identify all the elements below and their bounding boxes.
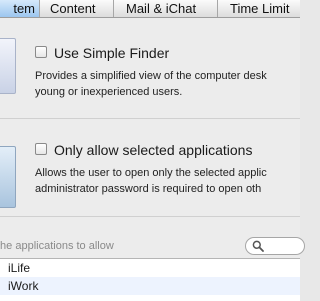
simple-finder-description-line1: Provides a simplified view of the comput…: [35, 70, 267, 82]
allow-selected-apps-label[interactable]: Only allow selected applications: [54, 142, 252, 158]
system-panel: Use Simple Finder Provides a simplified …: [0, 18, 306, 301]
section-divider: [0, 216, 300, 217]
tab-content[interactable]: Content: [40, 0, 114, 17]
app-filter-row: the applications to allow: [0, 235, 306, 259]
simple-finder-description-line2: young or inexperienced users.: [35, 86, 183, 98]
allow-selected-apps-description-line2: administrator password is required to op…: [35, 183, 262, 195]
tab-mail-ichat[interactable]: Mail & iChat: [114, 0, 218, 17]
allow-selected-apps-checkbox[interactable]: [35, 143, 47, 155]
app-search-field[interactable]: [245, 237, 306, 255]
simple-finder-checkbox[interactable]: [35, 46, 47, 58]
search-icon: [252, 240, 264, 252]
tab-system[interactable]: tem: [0, 0, 40, 17]
allow-selected-apps-description-line1: Allows the user to open only the selecte…: [35, 167, 267, 179]
finder-preview-image: [0, 38, 16, 94]
simple-finder-label[interactable]: Use Simple Finder: [54, 45, 169, 61]
tab-bar: tem Content Mail & iChat Time Limit: [0, 0, 300, 18]
list-item-ilife[interactable]: iLife: [0, 259, 300, 277]
list-item-iwork[interactable]: iWork: [0, 277, 300, 295]
applications-list[interactable]: iLife iWork: [0, 258, 300, 301]
applications-preview-image: [0, 146, 16, 208]
app-search-input[interactable]: [266, 239, 306, 253]
applications-filter-label: the applications to allow: [0, 240, 114, 252]
section-divider: [0, 118, 300, 119]
tab-time-limits[interactable]: Time Limit: [218, 0, 300, 17]
